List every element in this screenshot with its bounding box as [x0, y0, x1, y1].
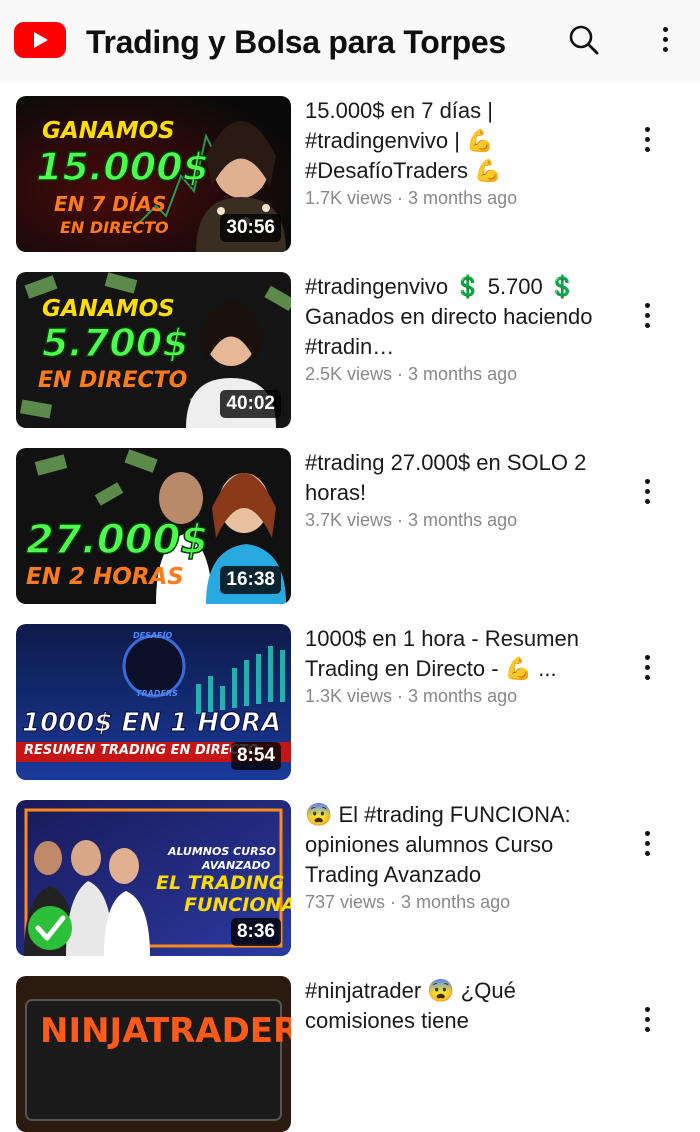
video-stats: 3.7K views · 3 months ago: [305, 510, 518, 530]
thumbnail-text: 5.700$: [41, 321, 189, 365]
video-more-button[interactable]: [636, 474, 660, 510]
more-vertical-icon: [645, 1007, 651, 1033]
more-vertical-icon: [645, 303, 651, 329]
video-duration: 40:02: [220, 390, 281, 418]
video-stats: 1.7K views · 3 months ago: [305, 188, 518, 208]
video-more-button[interactable]: [636, 298, 660, 334]
thumbnail-text: GANAMOS: [42, 118, 175, 144]
video-title[interactable]: 1000$ en 1 hora - Resumen Trading en Dir…: [305, 624, 605, 684]
thumbnail-text: 27.000$: [25, 517, 209, 563]
video-thumbnail[interactable]: ALUMNOS CURSO AVANZADO EL TRADING FUNCIO…: [16, 800, 291, 956]
more-vertical-icon: [645, 655, 651, 681]
video-item[interactable]: ALUMNOS CURSO AVANZADO EL TRADING FUNCIO…: [16, 800, 676, 956]
thumbnail-text: 1000$ EN 1 HORA: [21, 708, 282, 738]
video-title[interactable]: #trading 27.000$ en SOLO 2 horas!: [305, 448, 605, 508]
video-duration: 8:36: [230, 918, 281, 946]
thumbnail-text: NINJATRADER: [40, 1011, 291, 1051]
video-item[interactable]: 27.000$ EN 2 HORAS 16:38 #trading 27.000…: [16, 448, 676, 604]
thumbnail-text: EN 7 DÍAS: [54, 192, 167, 216]
video-title[interactable]: #tradingenvivo 💲 5.700 💲 Ganados en dire…: [305, 272, 605, 362]
thumbnail-text: GANAMOS: [42, 296, 175, 322]
app-header: Trading y Bolsa para Torpes: [0, 0, 700, 82]
video-stats: 1.3K views · 3 months ago: [305, 686, 518, 706]
video-title[interactable]: 😨 El #trading FUNCIONA: opiniones alumno…: [305, 800, 605, 890]
thumbnail-text: RESUMEN TRADING EN DIRECTO: [24, 743, 259, 758]
thumbnail-text: EN DIRECTO: [38, 368, 188, 393]
video-stats: 2.5K views · 3 months ago: [305, 364, 518, 384]
video-more-button[interactable]: [636, 826, 660, 862]
video-duration: 16:38: [220, 566, 281, 594]
more-vertical-icon: [663, 27, 669, 53]
video-thumbnail[interactable]: DESAFÍO TRADERS 1000$ EN 1 HORA RESUMEN …: [16, 624, 291, 780]
channel-title: Trading y Bolsa para Torpes: [86, 24, 506, 60]
video-item[interactable]: DESAFÍO TRADERS 1000$ EN 1 HORA RESUMEN …: [16, 624, 676, 780]
youtube-logo-icon[interactable]: [14, 22, 66, 58]
video-more-button[interactable]: [636, 122, 660, 158]
thumbnail-text: TRADERS: [136, 689, 178, 698]
video-title[interactable]: 15.000$ en 7 días | #tradingenvivo | 💪 #…: [305, 96, 605, 186]
thumbnail-text: AVANZADO: [202, 859, 271, 872]
thumbnail-text: ALUMNOS CURSO: [168, 845, 276, 858]
search-icon: [569, 25, 599, 55]
more-vertical-icon: [645, 479, 651, 505]
thumbnail-text: 15.000$: [35, 145, 210, 189]
video-item[interactable]: GANAMOS 15.000$ EN 7 DÍAS EN DIRECTO 30:…: [16, 96, 676, 252]
video-thumbnail[interactable]: GANAMOS 15.000$ EN 7 DÍAS EN DIRECTO 30:…: [16, 96, 291, 252]
thumbnail-text: EL TRADING: [156, 872, 285, 894]
search-button[interactable]: [566, 22, 602, 58]
video-duration: 8:54: [230, 742, 281, 770]
thumbnail-text: FUNCIONA: [184, 894, 291, 916]
video-item[interactable]: GANAMOS 5.700$ EN DIRECTO 40:02 #trading…: [16, 272, 676, 428]
video-title[interactable]: #ninjatrader 😨 ¿Qué comisiones tiene: [305, 976, 605, 1036]
video-thumbnail[interactable]: GANAMOS 5.700$ EN DIRECTO 40:02: [16, 272, 291, 428]
more-vertical-icon: [645, 831, 651, 857]
video-more-button[interactable]: [636, 650, 660, 686]
video-duration: 30:56: [220, 214, 281, 242]
thumbnail-text: DESAFÍO: [133, 631, 173, 640]
more-options-button[interactable]: [656, 22, 676, 58]
video-stats: 737 views · 3 months ago: [305, 892, 511, 912]
video-item[interactable]: NINJATRADER #ninjatrader 😨 ¿Qué comision…: [16, 976, 676, 1132]
more-vertical-icon: [645, 127, 651, 153]
video-more-button[interactable]: [636, 1002, 660, 1038]
video-thumbnail[interactable]: 27.000$ EN 2 HORAS 16:38: [16, 448, 291, 604]
video-thumbnail[interactable]: NINJATRADER: [16, 976, 291, 1132]
thumbnail-text: EN DIRECTO: [60, 218, 169, 237]
thumbnail-text: EN 2 HORAS: [26, 564, 184, 590]
